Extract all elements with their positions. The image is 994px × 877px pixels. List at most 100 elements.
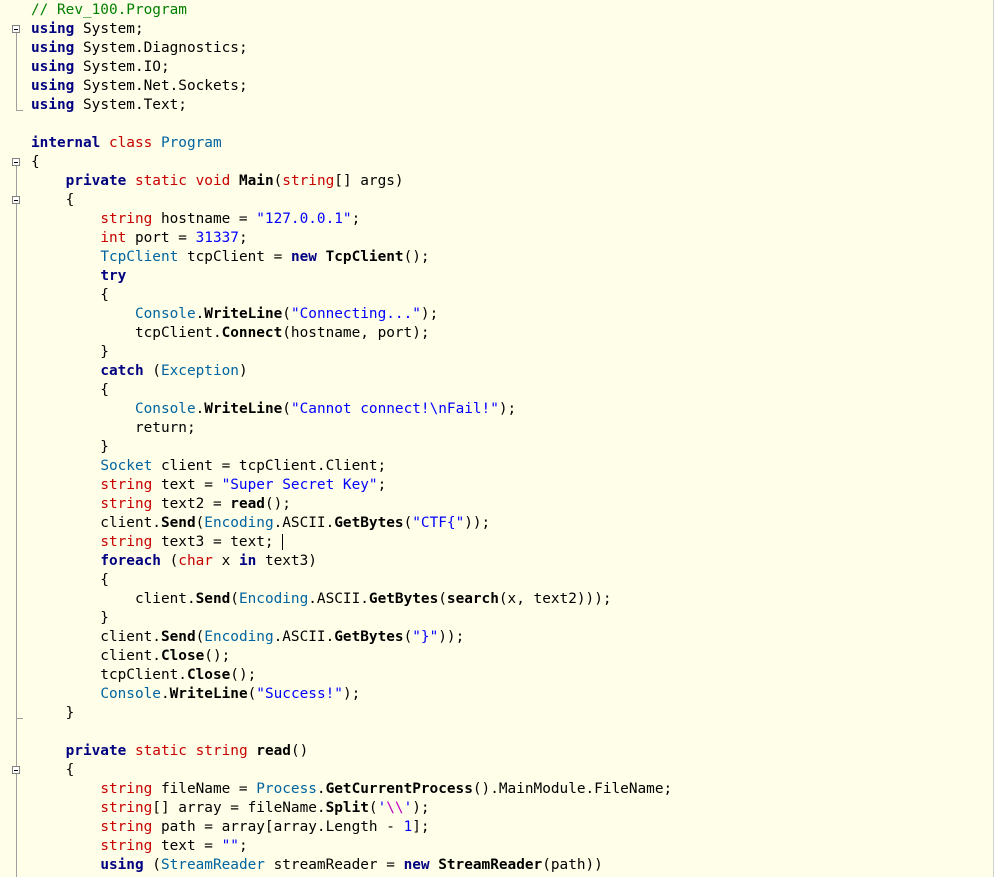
code-line[interactable]: ​ (31, 115, 994, 134)
code-line[interactable]: } (31, 609, 994, 628)
code-line[interactable]: { (31, 286, 994, 305)
code-token: "CTF{" (412, 515, 465, 531)
code-line[interactable]: string fileName = Process.GetCurrentProc… (31, 780, 994, 799)
code-line[interactable]: client.Send(Encoding.ASCII.GetBytes("CTF… (31, 514, 994, 533)
code-line[interactable]: private static string read() (31, 742, 994, 761)
code-line[interactable]: using System.Net.Sockets; (31, 77, 994, 96)
code-line[interactable]: private static void Main(string[] args) (31, 172, 994, 191)
code-line[interactable]: Socket client = tcpClient.Client; (31, 457, 994, 476)
code-line[interactable]: Console.WriteLine("Cannot connect!\nFail… (31, 400, 994, 419)
code-token: ( (273, 173, 283, 189)
code-line[interactable]: using System.Diagnostics; (31, 39, 994, 58)
code-token: ; (351, 211, 361, 227)
code-line[interactable]: string text3 = text; (31, 533, 994, 552)
code-token: Close (186, 667, 231, 683)
code-token: using (31, 21, 75, 37)
code-line[interactable]: ​ (31, 723, 994, 742)
code-token: { (31, 382, 109, 398)
code-token: text = (152, 838, 222, 854)
code-token: { (31, 572, 109, 588)
code-token: new (403, 857, 430, 873)
code-token: ( (438, 591, 447, 607)
code-line[interactable]: } (31, 438, 994, 457)
code-line[interactable]: { (31, 153, 994, 172)
code-line[interactable]: tcpClient.Connect(hostname, port); (31, 324, 994, 343)
code-line[interactable]: client.Send(Encoding.ASCII.GetBytes(sear… (31, 590, 994, 609)
code-token: string (282, 173, 335, 189)
code-line[interactable]: client.Close(); (31, 647, 994, 666)
code-line[interactable]: try (31, 267, 994, 286)
code-line[interactable]: } (31, 343, 994, 362)
code-line[interactable]: TcpClient tcpClient = new TcpClient(); (31, 248, 994, 267)
code-token: internal (31, 135, 101, 151)
code-token: [] array = fileName. (152, 800, 326, 816)
code-token: fileName = (152, 781, 257, 797)
code-line[interactable]: string hostname = "127.0.0.1"; (31, 210, 994, 229)
code-line[interactable]: Console.WriteLine("Success!"); (31, 685, 994, 704)
code-line[interactable]: { (31, 571, 994, 590)
code-line[interactable]: Console.WriteLine("Connecting..."); (31, 305, 994, 324)
code-editor[interactable]: // Rev_100.Program using System; using Sys… (0, 0, 994, 877)
code-line[interactable]: } (31, 704, 994, 723)
code-token: ) (238, 363, 248, 379)
code-line[interactable]: string text2 = read(); (31, 495, 994, 514)
code-token: WriteLine (169, 686, 248, 702)
code-line[interactable]: using System; (31, 20, 994, 39)
code-line[interactable]: string text = ""; (31, 837, 994, 856)
code-line[interactable]: using System.IO; (31, 58, 994, 77)
code-token: port = (126, 230, 196, 246)
code-line[interactable]: internal class Program (31, 134, 994, 153)
code-token: } (31, 344, 109, 360)
code-line[interactable]: client.Send(Encoding.ASCII.GetBytes("}")… (31, 628, 994, 647)
code-line[interactable]: int port = 31337; (31, 229, 994, 248)
fold-guide (16, 33, 17, 111)
collapse-main-icon[interactable] (12, 196, 20, 204)
code-token: . (195, 306, 205, 322)
code-token: WriteLine (204, 401, 283, 417)
code-line[interactable]: string[] array = fileName.Split('\\'); (31, 799, 994, 818)
text-caret (282, 534, 283, 550)
code-token: "127.0.0.1" (256, 211, 352, 227)
code-token: ; (238, 838, 248, 854)
code-token: Encoding (238, 591, 309, 607)
code-token: client = tcpClient.Client; (152, 458, 387, 474)
code-token: GetBytes (334, 629, 404, 645)
code-line[interactable]: foreach (char x in text3) (31, 552, 994, 571)
code-token: ( (247, 686, 257, 702)
code-token: System.IO; (74, 59, 170, 75)
code-line[interactable]: string text = "Super Secret Key"; (31, 476, 994, 495)
code-token: "}" (412, 629, 439, 645)
code-token: class (108, 135, 153, 151)
code-line[interactable]: string path = array[array.Length - 1]; (31, 818, 994, 837)
code-token: using (31, 40, 75, 56)
code-token: string (100, 781, 153, 797)
code-token: read (230, 496, 265, 512)
code-line[interactable]: return; (31, 419, 994, 438)
collapse-using-icon[interactable] (12, 25, 20, 33)
code-line[interactable]: { (31, 761, 994, 780)
code-lines[interactable]: // Rev_100.Program using System; using Sys… (31, 1, 994, 875)
code-line[interactable]: using System.Text; (31, 96, 994, 115)
code-token: read (256, 743, 291, 759)
collapse-class-icon[interactable] (12, 158, 20, 166)
code-token: char (178, 553, 213, 569)
collapse-read-icon[interactable] (12, 766, 20, 774)
code-token: private (65, 743, 127, 759)
code-line[interactable]: { (31, 191, 994, 210)
code-token: using (31, 97, 75, 113)
code-line[interactable]: catch (Exception) (31, 362, 994, 381)
code-token: Connect (221, 325, 283, 341)
code-line[interactable]: { (31, 381, 994, 400)
code-token: string (100, 477, 153, 493)
code-line[interactable]: // Rev_100.Program (31, 1, 994, 20)
code-token: Exception (160, 363, 239, 379)
code-line[interactable]: tcpClient.Close(); (31, 666, 994, 685)
code-line[interactable]: using (StreamReader streamReader = new S… (31, 856, 994, 875)
